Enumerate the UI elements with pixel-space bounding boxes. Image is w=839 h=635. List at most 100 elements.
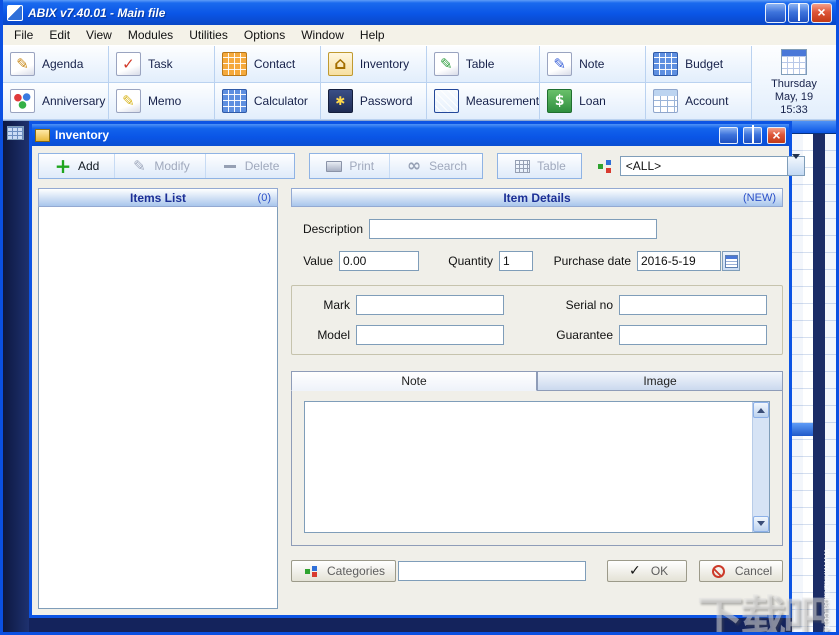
serial-no-label: Serial no <box>565 298 613 313</box>
value-field[interactable] <box>339 251 419 271</box>
mdi-left-strip <box>3 121 29 632</box>
menu-help[interactable]: Help <box>352 25 393 45</box>
items-list-count: (0) <box>257 191 271 204</box>
clock-panel: Thursday May, 19 15:33 <box>752 46 836 120</box>
guarantee-field[interactable] <box>619 324 767 345</box>
module-budget[interactable]: Budget <box>646 46 752 83</box>
inventory-window-icon <box>35 128 50 142</box>
memo-icon <box>115 89 141 113</box>
category-filter-value: <ALL> <box>625 159 662 173</box>
module-contact[interactable]: Contact <box>214 46 321 83</box>
inventory-close-button[interactable] <box>767 126 786 144</box>
note-textarea[interactable] <box>305 402 752 532</box>
item-details-title: Item Details <box>503 190 571 205</box>
clock-time: 15:33 <box>780 104 808 116</box>
calendar-icon <box>781 49 807 75</box>
mark-label: Mark <box>323 298 350 313</box>
menu-modules[interactable]: Modules <box>120 25 181 45</box>
items-list-title: Items List <box>129 190 186 205</box>
date-picker-button[interactable] <box>722 251 740 271</box>
add-button[interactable]: Add <box>39 154 116 178</box>
module-password[interactable]: Password <box>320 83 427 120</box>
window-title: ABIX v7.40.01 - Main file <box>28 5 166 20</box>
serial-no-field[interactable] <box>619 295 767 316</box>
category-filter-combobox[interactable]: <ALL> <box>619 156 805 176</box>
minimize-button[interactable] <box>765 2 786 23</box>
cancel-icon <box>710 562 728 580</box>
module-calculator[interactable]: Calculator <box>214 83 321 120</box>
measurement-icon <box>433 89 459 113</box>
menu-window[interactable]: Window <box>293 25 352 45</box>
mark-model-groupbox: Mark Serial no Model Guarantee <box>291 285 783 355</box>
module-account[interactable]: Account <box>646 83 752 120</box>
description-label: Description <box>302 222 363 236</box>
module-table[interactable]: Table <box>426 46 541 83</box>
purchase-date-field[interactable] <box>637 251 721 271</box>
table-view-button[interactable]: Table <box>498 154 581 178</box>
items-listbox[interactable] <box>38 207 278 609</box>
inventory-maximize-button[interactable] <box>743 126 762 144</box>
menu-view[interactable]: View <box>78 25 120 45</box>
budget-icon <box>653 52 679 76</box>
model-field[interactable] <box>356 324 504 345</box>
combobox-dropdown-button[interactable] <box>786 157 804 175</box>
print-button[interactable]: Print <box>310 154 391 178</box>
anniversary-icon <box>10 89 35 113</box>
inventory-icon <box>327 52 353 76</box>
clock-date: May, 19 <box>774 91 814 103</box>
print-icon <box>325 157 343 175</box>
app-logo-icon <box>7 4 23 21</box>
module-measurement[interactable]: Measurement <box>426 83 541 120</box>
menu-file[interactable]: File <box>6 25 41 45</box>
maximize-button[interactable] <box>788 2 809 23</box>
quantity-field[interactable] <box>499 251 533 271</box>
loan-icon <box>547 89 573 113</box>
search-button[interactable]: Search <box>390 154 482 178</box>
categories-field[interactable] <box>398 561 587 581</box>
background-window-fragment <box>792 121 836 632</box>
module-loan[interactable]: Loan <box>540 83 647 120</box>
chevron-down-icon <box>792 159 800 173</box>
agenda-icon <box>10 52 35 76</box>
categories-button[interactable]: Categories <box>291 560 397 582</box>
maximize-icon <box>798 6 800 20</box>
guarantee-label: Guarantee <box>556 327 613 342</box>
calculator-icon <box>221 89 247 113</box>
note-icon <box>547 52 573 76</box>
category-tree-icon <box>596 157 614 175</box>
contact-icon <box>221 52 247 76</box>
close-button[interactable] <box>811 2 832 23</box>
module-memo[interactable]: Memo <box>108 83 215 120</box>
module-anniversary[interactable]: Anniversary <box>3 83 109 120</box>
module-note[interactable]: Note <box>540 46 647 83</box>
main-titlebar: ABIX v7.40.01 - Main file <box>3 0 836 25</box>
model-label: Model <box>317 327 350 342</box>
mdi-workspace: Inventory Add Modify Delete Print Search <box>3 121 836 632</box>
item-details-header: Item Details (NEW) <box>291 188 783 207</box>
table-view-icon <box>513 157 531 175</box>
tab-image[interactable]: Image <box>537 371 783 391</box>
maximize-icon <box>752 128 754 142</box>
scroll-up-button[interactable] <box>753 402 769 418</box>
module-agenda[interactable]: Agenda <box>3 46 109 83</box>
cancel-button[interactable]: Cancel <box>699 560 783 582</box>
add-icon <box>54 157 72 175</box>
background-window-titlebar <box>792 121 836 134</box>
module-task[interactable]: Task <box>108 46 215 83</box>
ok-button[interactable]: OK <box>607 560 687 582</box>
inventory-minimize-button[interactable] <box>719 126 738 144</box>
password-icon <box>327 89 353 113</box>
scroll-down-button[interactable] <box>753 516 769 532</box>
menu-bar: File Edit View Modules Utilities Options… <box>3 25 836 46</box>
note-scrollbar[interactable] <box>752 402 769 532</box>
module-inventory[interactable]: Inventory <box>320 46 427 83</box>
description-field[interactable] <box>369 219 657 239</box>
menu-edit[interactable]: Edit <box>41 25 78 45</box>
mark-field[interactable] <box>356 295 504 316</box>
menu-utilities[interactable]: Utilities <box>181 25 236 45</box>
value-label: Value <box>303 254 333 268</box>
menu-options[interactable]: Options <box>236 25 293 45</box>
delete-button[interactable]: Delete <box>206 154 295 178</box>
tab-note[interactable]: Note <box>291 371 537 391</box>
modify-button[interactable]: Modify <box>115 154 206 178</box>
